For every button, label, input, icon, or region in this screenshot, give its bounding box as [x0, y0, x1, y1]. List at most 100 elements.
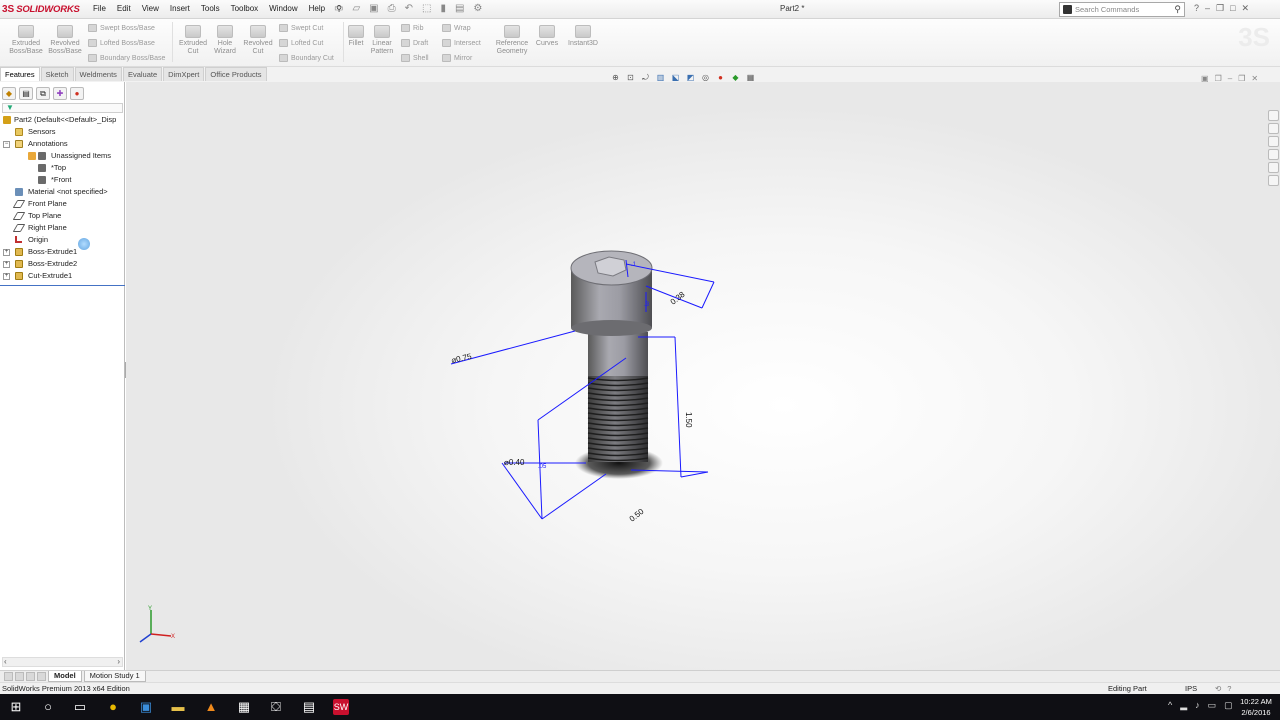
shell-button[interactable]: Shell — [401, 54, 429, 62]
network-icon[interactable]: ▂ — [1180, 700, 1187, 711]
menu-window[interactable]: Window — [268, 3, 298, 14]
windows-start-icon[interactable]: ⊞ — [8, 699, 24, 715]
revolved-boss-button[interactable]: Revolved Boss/Base — [46, 25, 84, 56]
search-icon[interactable]: ⚲ — [1174, 4, 1181, 15]
maximize-icon[interactable]: □ — [1230, 3, 1235, 14]
tab-evaluate[interactable]: Evaluate — [122, 67, 163, 81]
task-view-icon[interactable]: ▭ — [72, 699, 88, 715]
hide-show-icon[interactable]: ◎ — [700, 72, 711, 83]
boundary-cut-button[interactable]: Boundary Cut — [279, 54, 334, 62]
expand-icon[interactable]: + — [3, 249, 10, 256]
tree-item-material[interactable]: Material <not specified> — [0, 186, 125, 198]
thread-dimension[interactable]: .05 — [538, 464, 547, 470]
view-settings-icon[interactable]: ▦ — [745, 72, 756, 83]
lofted-boss-button[interactable]: Lofted Boss/Base — [88, 39, 155, 47]
tree-item-cut-extrude1[interactable]: + Cut-Extrude1 — [0, 270, 125, 282]
hole-wizard-button[interactable]: Hole Wizard — [211, 25, 239, 56]
model-canvas[interactable]: ⌀0.75 0.38 ⌀0.40 1.50 0.50 .1 .3 .05 Y X — [126, 82, 1280, 670]
zoom-area-icon[interactable]: ⊡ — [625, 72, 636, 83]
viewport-close-icon[interactable]: ✕ — [1251, 74, 1258, 83]
tree-item-front-view[interactable]: *Front — [0, 174, 125, 186]
tree-item-right-plane[interactable]: Right Plane — [0, 222, 125, 234]
file-explorer-icon[interactable]: ▬ — [170, 699, 186, 715]
tree-item-annotations[interactable]: − Annotations — [0, 138, 125, 150]
graphics-area[interactable]: ⌀0.75 0.38 ⌀0.40 1.50 0.50 .1 .3 .05 Y X… — [126, 73, 1280, 670]
section-view-icon[interactable]: ▥ — [655, 72, 666, 83]
notification-icon[interactable]: ▢ — [1224, 700, 1233, 711]
revolved-cut-button[interactable]: Revolved Cut — [240, 25, 276, 56]
tab-sketch[interactable]: Sketch — [40, 67, 74, 81]
undo-icon[interactable]: ↶ — [405, 3, 413, 14]
chrome-icon[interactable]: ● — [105, 699, 121, 715]
resources-icon[interactable] — [1267, 110, 1279, 121]
tab-weldments[interactable]: Weldments — [74, 67, 122, 81]
tab-motion-study[interactable]: Motion Study 1 — [83, 671, 146, 682]
scene-icon[interactable]: ◆ — [730, 72, 741, 83]
help-icon[interactable]: ? — [1194, 3, 1199, 14]
mirror-button[interactable]: Mirror — [442, 54, 472, 62]
tree-filter-input[interactable]: ▼ — [2, 103, 123, 113]
scroll-right-icon[interactable]: › — [117, 657, 120, 666]
appearances-icon[interactable] — [1267, 162, 1279, 173]
tree-horizontal-scrollbar[interactable]: ‹ › — [2, 657, 123, 667]
save-icon[interactable]: ▣ — [369, 3, 378, 14]
tab-model[interactable]: Model — [48, 671, 82, 682]
open-icon[interactable]: ▱ — [352, 3, 360, 14]
tree-item-boss-extrude1[interactable]: + Boss-Extrude1 — [0, 246, 125, 258]
menu-toolbox[interactable]: Toolbox — [230, 3, 260, 14]
select-icon[interactable]: ⬚ — [422, 3, 431, 14]
vlc-icon[interactable]: ▲ — [203, 699, 219, 715]
viewport-split-icon[interactable]: ▣ — [1201, 74, 1209, 83]
collapse-icon[interactable]: − — [3, 141, 10, 148]
hex-dimension[interactable]: .1 — [631, 262, 637, 268]
tab-office-products[interactable]: Office Products — [205, 67, 267, 81]
system-clock[interactable]: 10:22 AM 2/6/2016 — [1234, 696, 1278, 718]
tree-item-boss-extrude2[interactable]: + Boss-Extrude2 — [0, 258, 125, 270]
design-library-icon[interactable] — [1267, 123, 1279, 134]
options-icon[interactable]: ⚙ — [473, 3, 482, 14]
expand-icon[interactable]: + — [3, 261, 10, 268]
search-commands-input[interactable]: Search Commands ⚲ — [1059, 2, 1185, 17]
shank-diameter-dimension[interactable]: ⌀0.40 — [504, 458, 525, 467]
store-icon[interactable]: ⛋ — [268, 699, 284, 715]
solidworks-logo[interactable]: 3S SOLIDWORKS — [2, 2, 88, 17]
calculator-icon[interactable]: ▦ — [236, 699, 252, 715]
prev-tab-icon[interactable] — [15, 672, 24, 681]
draft-button[interactable]: Draft — [401, 39, 428, 47]
view-palette-icon[interactable] — [1267, 149, 1279, 160]
wrap-button[interactable]: Wrap — [442, 24, 471, 32]
last-tab-icon[interactable] — [37, 672, 46, 681]
swept-cut-button[interactable]: Swept Cut — [279, 24, 323, 32]
rib-button[interactable]: Rib — [401, 24, 424, 32]
menu-view[interactable]: View — [141, 3, 160, 14]
tree-item-sensors[interactable]: Sensors — [0, 126, 125, 138]
minimize-icon[interactable]: – — [1205, 3, 1210, 14]
restore-icon[interactable]: ❐ — [1216, 3, 1224, 14]
feature-manager-tab-icon[interactable]: ◆ — [2, 87, 16, 100]
appearance-icon[interactable]: ● — [715, 72, 726, 83]
tree-item-front-plane[interactable]: Front Plane — [0, 198, 125, 210]
linear-pattern-button[interactable]: Linear Pattern — [368, 25, 396, 56]
view-orientation-icon[interactable]: ⬕ — [670, 72, 681, 83]
fillet-button[interactable]: Fillet — [345, 25, 367, 48]
head-diameter-dimension[interactable]: ⌀0.75 — [451, 352, 473, 365]
print-icon[interactable]: ⎙ — [388, 3, 396, 14]
rebuild-icon[interactable]: ▮ — [440, 3, 446, 14]
tab-features[interactable]: Features — [0, 67, 40, 81]
units-selector[interactable]: IPS — [1185, 683, 1197, 694]
curves-button[interactable]: Curves — [534, 25, 560, 48]
help-status-icon[interactable]: ? — [1227, 683, 1231, 694]
close-icon[interactable]: ✕ — [1242, 3, 1250, 14]
intersect-button[interactable]: Intersect — [442, 39, 481, 47]
next-tab-icon[interactable] — [26, 672, 35, 681]
tree-item-origin[interactable]: Origin — [0, 234, 125, 246]
tree-item-top-plane[interactable]: Top Plane — [0, 210, 125, 222]
dimxpert-manager-tab-icon[interactable]: ✚ — [53, 87, 67, 100]
menu-file[interactable]: File — [92, 3, 107, 14]
display-manager-tab-icon[interactable]: ● — [70, 87, 84, 100]
volume-icon[interactable]: ♪ — [1195, 700, 1200, 711]
search-circle-icon[interactable]: ○ — [40, 699, 56, 715]
configuration-manager-tab-icon[interactable]: ⧉ — [36, 87, 50, 100]
boundary-boss-button[interactable]: Boundary Boss/Base — [88, 54, 165, 62]
length-dimension[interactable]: 1.50 — [684, 412, 693, 428]
